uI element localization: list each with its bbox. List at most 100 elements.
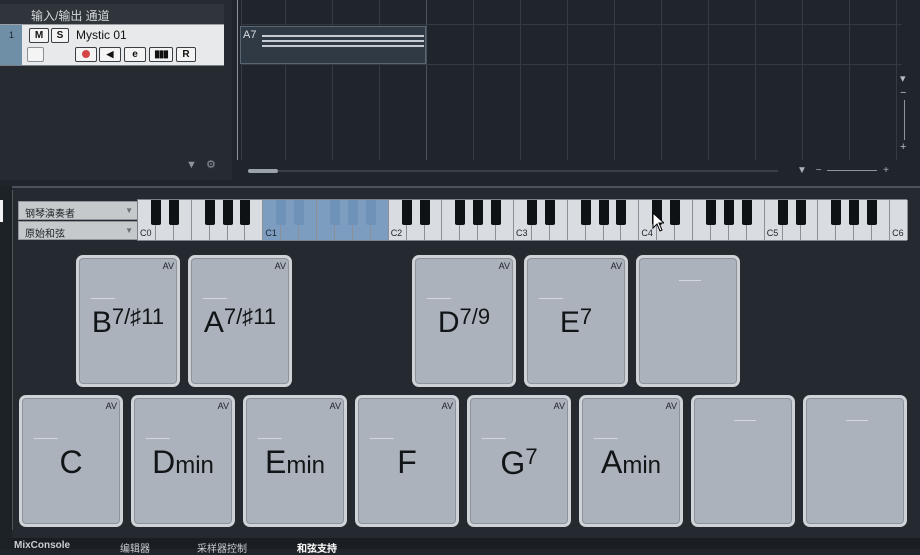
chord-name: D7/9 xyxy=(437,304,491,339)
black-key[interactable] xyxy=(401,200,412,225)
chord-pad[interactable]: AV C xyxy=(19,395,123,527)
chord-keyboard[interactable]: C0 C1 C2 C3 C4 C5 C6 xyxy=(137,199,908,241)
record-enable-button[interactable] xyxy=(75,47,97,62)
black-key[interactable] xyxy=(670,200,681,225)
chord-pad[interactable]: AV F xyxy=(355,395,459,527)
av-label: AV xyxy=(162,261,174,271)
chevron-down-icon[interactable]: ▾ xyxy=(900,72,906,86)
divider xyxy=(12,190,13,530)
black-key[interactable] xyxy=(473,200,484,225)
gear-icon[interactable]: ⚙ xyxy=(206,159,216,171)
octave-label: C6 xyxy=(892,228,904,238)
lower-zone-side-strip xyxy=(0,186,12,549)
voicing-dropdown[interactable]: 原始和弦 ▼ xyxy=(18,221,138,240)
chord-pad[interactable]: AV E7 xyxy=(524,255,628,387)
track-name[interactable]: Mystic 01 xyxy=(76,28,127,42)
chord-name: Amin xyxy=(600,444,661,480)
chord-pad-empty[interactable] xyxy=(691,395,795,527)
io-channel-header[interactable]: 输入/输出 通道 xyxy=(0,4,224,24)
black-key[interactable] xyxy=(867,200,878,225)
chord-name: Emin xyxy=(264,444,325,480)
av-label: AV xyxy=(105,401,117,411)
mute-button[interactable]: M xyxy=(29,28,49,43)
chord-pad[interactable]: AV Emin xyxy=(243,395,347,527)
black-key[interactable] xyxy=(455,200,466,225)
read-automation-button[interactable]: R xyxy=(176,47,196,62)
black-key[interactable] xyxy=(204,200,215,225)
chord-pad-empty[interactable] xyxy=(803,395,907,527)
chevron-down-icon[interactable]: ▼ xyxy=(186,159,197,171)
octave-label: C2 xyxy=(390,228,403,238)
av-label: AV xyxy=(665,401,677,411)
chord-pad[interactable]: AV Amin xyxy=(579,395,683,527)
zoom-out-icon[interactable]: − xyxy=(900,86,906,100)
av-label: AV xyxy=(274,261,286,271)
black-key[interactable] xyxy=(526,200,537,225)
black-key[interactable] xyxy=(831,200,842,225)
black-key[interactable] xyxy=(544,200,555,225)
horizontal-scrollbar-track[interactable] xyxy=(248,170,778,172)
keyboard-button[interactable]: ▮▮▮ xyxy=(149,47,173,62)
black-key[interactable] xyxy=(240,200,251,225)
black-key[interactable] xyxy=(168,200,179,225)
black-key[interactable] xyxy=(741,200,752,225)
zoom-in-icon[interactable]: + xyxy=(883,165,889,176)
tab-editor[interactable]: 编辑器 xyxy=(120,540,150,555)
black-key[interactable] xyxy=(777,200,788,225)
black-key[interactable] xyxy=(222,200,233,225)
chord-pad-empty[interactable] xyxy=(636,255,740,387)
tab-chord-pads[interactable]: 和弦支持 xyxy=(297,540,337,555)
chevron-down-icon: ▼ xyxy=(125,226,133,235)
track-select-checkbox[interactable] xyxy=(27,47,44,62)
av-label: AV xyxy=(553,401,565,411)
av-label: AV xyxy=(498,261,510,271)
chord-pad[interactable]: AV B7/♯11 xyxy=(76,255,180,387)
black-key[interactable] xyxy=(795,200,806,225)
chord-pad[interactable]: AV A7/♯11 xyxy=(188,255,292,387)
chord-pad[interactable]: AV G7 xyxy=(467,395,571,527)
black-key[interactable] xyxy=(580,200,591,225)
black-key[interactable] xyxy=(706,200,717,225)
black-key[interactable] xyxy=(294,200,305,225)
chord-name: Dmin xyxy=(152,444,214,480)
black-key[interactable] xyxy=(491,200,502,225)
tab-mixconsole[interactable]: MixConsole xyxy=(14,540,70,551)
zoom-controls[interactable]: ▼ − + xyxy=(797,165,889,176)
zoom-in-icon[interactable]: + xyxy=(900,140,906,154)
black-key[interactable] xyxy=(616,200,627,225)
track-number: 1 xyxy=(0,25,22,65)
solo-button[interactable]: S xyxy=(51,28,69,43)
lower-zone-tabs: MixConsole 编辑器 采样器控制 和弦支持 xyxy=(12,538,920,555)
black-key[interactable] xyxy=(849,200,860,225)
edit-instrument-button[interactable]: e xyxy=(124,47,146,62)
chord-name: F xyxy=(397,444,417,480)
chord-pad[interactable]: AV D7/9 xyxy=(412,255,516,387)
zoom-out-icon[interactable]: − xyxy=(816,165,822,176)
black-key[interactable] xyxy=(365,200,376,225)
clip-note xyxy=(262,40,424,42)
black-key[interactable] xyxy=(419,200,430,225)
track-row[interactable]: 1 M S Mystic 01 ◀ e ▮▮▮ R xyxy=(0,24,224,66)
black-key[interactable] xyxy=(150,200,161,225)
tab-sampler-control[interactable]: 采样器控制 xyxy=(197,540,247,555)
av-label: AV xyxy=(441,401,453,411)
chevron-down-icon: ▼ xyxy=(125,206,133,215)
chord-name: B7/♯11 xyxy=(91,304,165,339)
black-key[interactable] xyxy=(598,200,609,225)
black-key[interactable] xyxy=(276,200,287,225)
horizontal-scrollbar-thumb[interactable] xyxy=(248,169,278,173)
black-key[interactable] xyxy=(723,200,734,225)
chevron-down-icon[interactable]: ▼ xyxy=(797,165,807,176)
clip-note xyxy=(262,45,424,47)
black-key[interactable] xyxy=(329,200,340,225)
voicing-dropdown-value: 原始和弦 xyxy=(25,229,65,240)
black-key[interactable] xyxy=(347,200,358,225)
monitor-button[interactable]: ◀ xyxy=(99,47,121,62)
chord-pad[interactable]: AV Dmin xyxy=(131,395,235,527)
chord-name: A7/♯11 xyxy=(203,304,277,339)
octave-label: C0 xyxy=(140,228,152,238)
track-list-footer: ▼ ⚙ xyxy=(186,158,216,171)
chord-name: G7 xyxy=(500,444,538,481)
player-dropdown[interactable]: 钢琴演奏者 ▼ xyxy=(18,201,138,220)
vertical-zoom-controls[interactable]: ▾ − + xyxy=(900,72,906,154)
